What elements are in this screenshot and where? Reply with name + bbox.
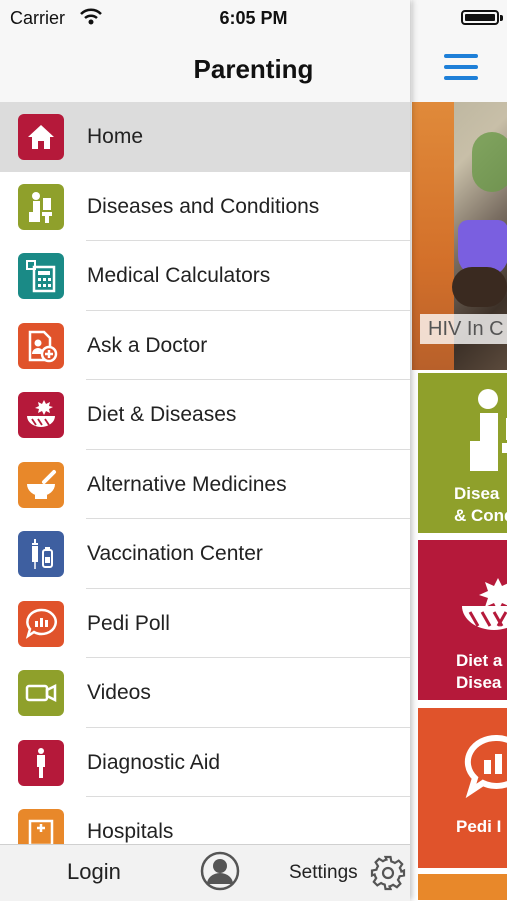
menu-item-vaccination-center[interactable]: Vaccination Center (0, 519, 410, 589)
menu-item-label: Ask a Doctor (87, 333, 208, 357)
tile-diseases-conditions[interactable]: Disea & Cond (418, 373, 507, 533)
menu-item-label: Diet & Diseases (87, 403, 237, 426)
featured-banner[interactable]: HIV In C (412, 102, 507, 370)
menu-item-label: Alternative Medicines (87, 472, 287, 496)
video-camera-icon (18, 670, 64, 716)
home-icon (18, 114, 64, 160)
patient-doctor-icon (470, 389, 507, 471)
menu-item-diet-diseases[interactable]: Diet & Diseases (0, 380, 410, 450)
poll-bubble-icon (18, 600, 64, 647)
menu-item-videos[interactable]: Videos (0, 658, 410, 728)
diet-bowl-icon (462, 578, 507, 630)
login-button[interactable]: Login (67, 859, 121, 885)
menu-item-label: Home (87, 125, 144, 148)
tile-partial[interactable] (418, 874, 507, 900)
menu-item-diseases-conditions[interactable]: Diseases and Conditions (0, 172, 410, 241)
poll-bubble-icon (464, 734, 507, 799)
status-time: 6:05 PM (219, 8, 288, 28)
home-screen: HIV In C Disea & Cond Diet a Disea Pedi … (412, 0, 507, 900)
menu-item-medical-calculators[interactable]: Medical Calculators (0, 241, 410, 311)
menu-item-diagnostic-aid[interactable]: Diagnostic Aid (0, 728, 410, 797)
patient-doctor-icon (18, 183, 64, 230)
user-avatar-icon[interactable] (200, 851, 240, 893)
gear-icon[interactable] (370, 855, 406, 891)
tile-pedi-poll[interactable]: Pedi I (418, 708, 507, 868)
menu-item-home[interactable]: Home (0, 102, 410, 172)
tile-label: Diet a Disea (456, 651, 503, 692)
body-figure-icon (18, 739, 64, 786)
tile-label: Pedi I (456, 817, 502, 836)
calculator-icon (18, 253, 64, 299)
menu-item-label: Pedi Poll (87, 611, 170, 635)
tile-diet-diseases[interactable]: Diet a Disea (418, 540, 507, 700)
drawer-menu: Home Diseases and Conditions Medical Cal… (0, 102, 410, 867)
settings-button[interactable]: Settings (289, 862, 358, 884)
menu-item-ask-doctor[interactable]: Ask a Doctor (0, 311, 410, 380)
menu-item-pedi-poll[interactable]: Pedi Poll (0, 589, 410, 658)
menu-item-label: Videos (87, 681, 151, 704)
drawer-bottom-bar: Login Settings (0, 844, 410, 901)
menu-item-label: Diseases and Conditions (87, 194, 320, 218)
menu-item-label: Medical Calculators (87, 264, 271, 287)
syringe-icon (18, 531, 64, 577)
diet-bowl-icon (18, 392, 64, 438)
menu-item-alternative-medicines[interactable]: Alternative Medicines (0, 450, 410, 519)
menu-item-label: Vaccination Center (87, 542, 263, 565)
mortar-pestle-icon (18, 461, 64, 508)
tile-label: Disea & Cond (454, 484, 507, 525)
page-title: Parenting (193, 54, 314, 84)
banner-caption: HIV In C (420, 314, 507, 344)
ask-doctor-icon (18, 322, 64, 369)
menu-item-label: Diagnostic Aid (87, 750, 221, 774)
side-drawer: Carrier Parenting Home Diseases and Cond… (0, 0, 410, 901)
